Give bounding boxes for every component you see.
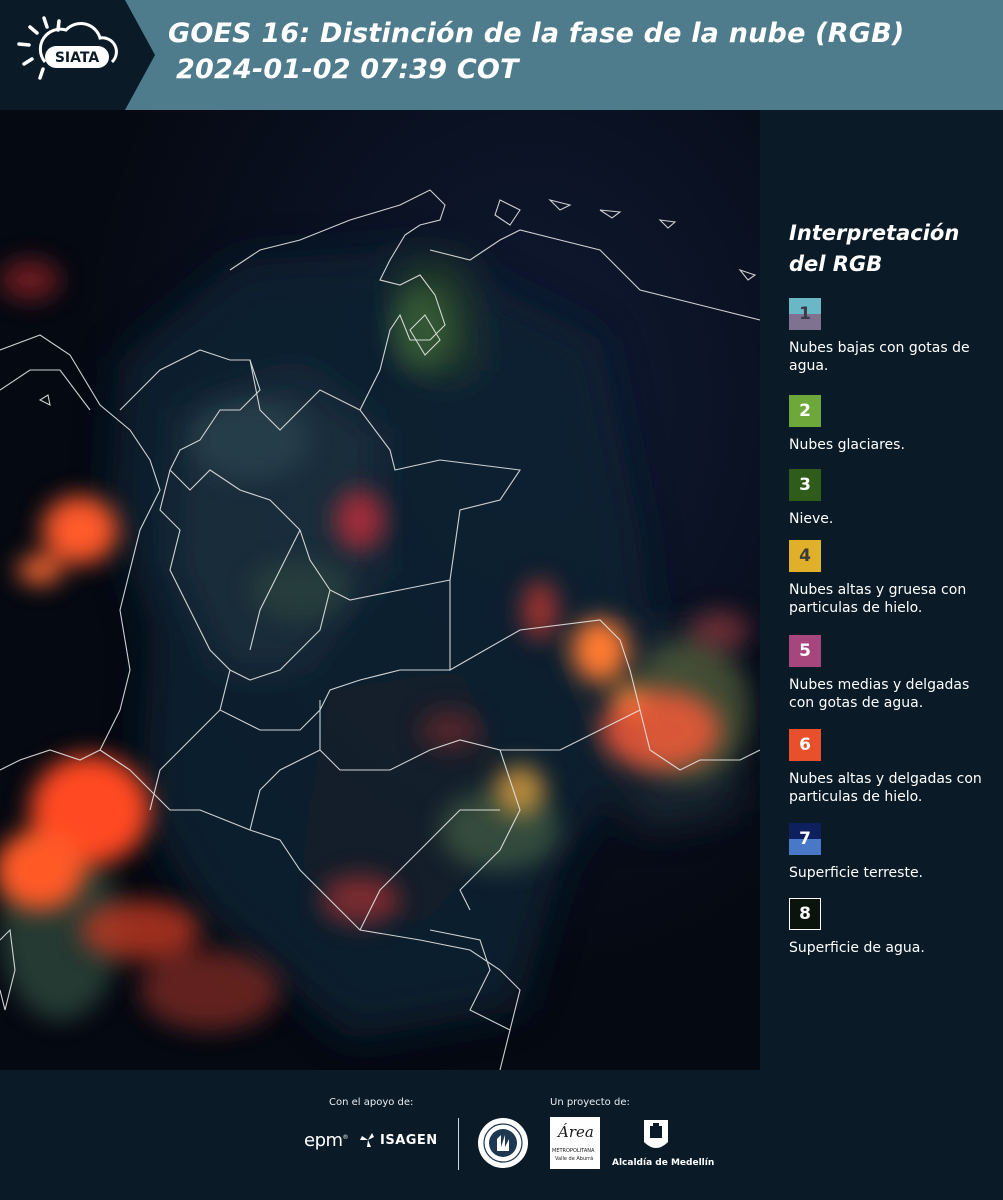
- legend-item-6: 6 Nubes altas y delgadas con particulas …: [789, 729, 989, 806]
- isagen-mark-icon: [360, 1133, 374, 1147]
- legend-swatch-2: 2: [789, 395, 821, 427]
- legend-label-8: Superficie de agua.: [789, 940, 925, 956]
- epm-logo: epm®: [304, 1130, 349, 1151]
- satellite-map: [0, 110, 760, 1070]
- legend-swatch-3: 3: [789, 469, 821, 501]
- area-logo-sub2: Valle de Aburrá: [555, 1156, 594, 1162]
- legend-title: Interpretación del RGB: [789, 218, 959, 280]
- legend-item-1: 1 Nubes bajas con gotas de agua.: [789, 298, 989, 375]
- siata-logo: SIATA: [0, 0, 155, 110]
- page-title: GOES 16: Distinción de la fase de la nub…: [168, 16, 904, 88]
- legend-num-7: 7: [799, 829, 811, 849]
- footer: Con el apoyo de: Un proyecto de: epm® IS…: [0, 1070, 1003, 1200]
- legend-num-6: 6: [799, 735, 811, 755]
- project-label: Un proyecto de:: [550, 1097, 630, 1108]
- legend-swatch-7: 7: [789, 823, 821, 855]
- legend-num-3: 3: [799, 475, 811, 495]
- legend-label-6: Nubes altas y delgadas con particulas de…: [789, 771, 982, 805]
- area-logo-title: Área: [558, 1123, 594, 1141]
- legend-num-5: 5: [799, 641, 811, 661]
- legend-item-8: 8 Superficie de agua.: [789, 898, 989, 957]
- siata-logo-text: SIATA: [55, 50, 100, 66]
- legend-title-line-1: Interpretación: [789, 221, 960, 245]
- isagen-logo-text: ISAGEN: [380, 1132, 438, 1148]
- area-metropolitana-logo: Área METROPOLITANA Valle de Aburrá: [550, 1117, 600, 1169]
- alcaldia-logo-text: Alcaldía de Medellín: [612, 1158, 715, 1168]
- alcaldia-logo: Alcaldía de Medellín: [612, 1118, 714, 1170]
- legend-swatch-8: 8: [789, 898, 821, 930]
- legend-label-1: Nubes bajas con gotas de agua.: [789, 340, 970, 374]
- legend-swatch-6: 6: [789, 729, 821, 761]
- epm-logo-text: epm: [304, 1130, 343, 1151]
- support-label: Con el apoyo de:: [329, 1097, 414, 1108]
- isagen-logo: ISAGEN: [358, 1131, 438, 1149]
- legend-item-2: 2 Nubes glaciares.: [789, 395, 989, 454]
- legend-label-2: Nubes glaciares.: [789, 437, 905, 453]
- legend-item-7: 7 Superficie terreste.: [789, 823, 989, 882]
- legend-item-3: 3 Nieve.: [789, 469, 989, 528]
- satellite-rgb-image: [0, 110, 760, 1070]
- legend-item-5: 5 Nubes medias y delgadas con gotas de a…: [789, 635, 989, 712]
- legend-item-4: 4 Nubes altas y gruesa con particulas de…: [789, 540, 989, 617]
- legend-label-7: Superficie terreste.: [789, 865, 924, 881]
- title-line-2: 2024-01-02 07:39 COT: [176, 54, 519, 85]
- legend-num-4: 4: [799, 546, 811, 566]
- legend-num-1: 1: [799, 304, 811, 324]
- legend-label-5: Nubes medias y delgadas con gotas de agu…: [789, 677, 970, 711]
- header-bar: SIATA GOES 16: Distinción de la fase de …: [0, 0, 1003, 110]
- footer-divider: [458, 1118, 459, 1170]
- legend-title-line-2: del RGB: [789, 252, 883, 276]
- area-logo-sub1: METROPOLITANA: [552, 1148, 595, 1154]
- legend-swatch-1: 1: [789, 298, 821, 330]
- alcaldia-shield-icon: [644, 1120, 668, 1148]
- title-line-1: GOES 16: Distinción de la fase de la nub…: [168, 18, 905, 49]
- legend-swatch-4: 4: [789, 540, 821, 572]
- legend-num-8: 8: [799, 904, 811, 924]
- legend-label-3: Nieve.: [789, 511, 834, 527]
- legend-swatch-5: 5: [789, 635, 821, 667]
- legend-label-4: Nubes altas y gruesa con particulas de h…: [789, 582, 967, 616]
- legend-num-2: 2: [799, 401, 811, 421]
- legend-panel: Interpretación del RGB 1 Nubes bajas con…: [760, 110, 1003, 1070]
- seal-logo: [477, 1117, 529, 1173]
